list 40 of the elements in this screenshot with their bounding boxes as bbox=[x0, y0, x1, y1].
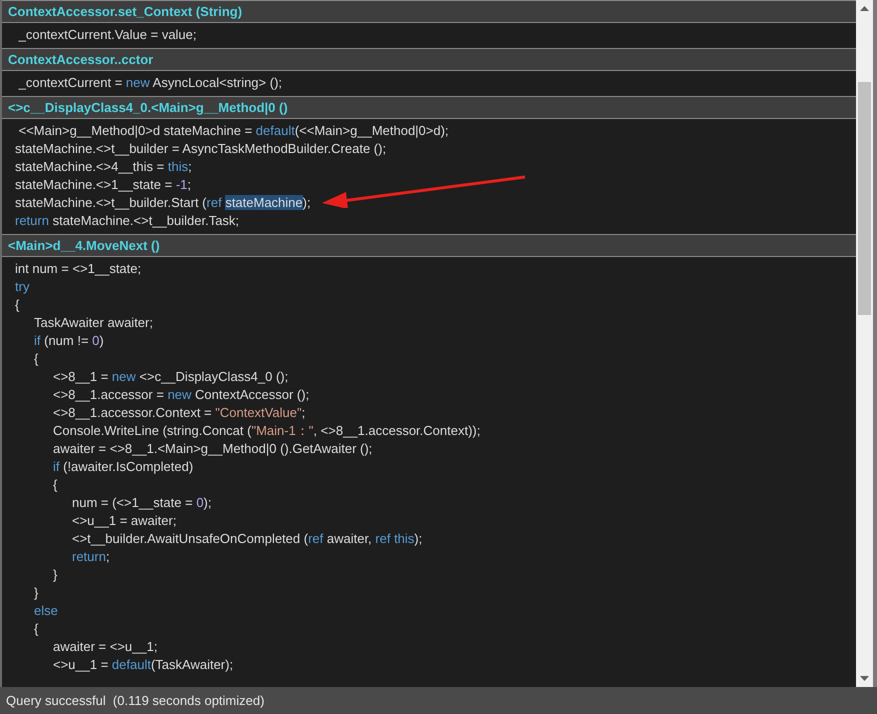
scrollbar[interactable] bbox=[856, 0, 873, 687]
code-line: <<Main>g__Method|0>d stateMachine = default(<<Main>g__Method|0>d); bbox=[18, 122, 449, 140]
code-line: stateMachine.<>t__builder.Start (ref stateMachine); bbox=[15, 194, 311, 212]
code-line: return; bbox=[72, 548, 110, 566]
code-line: num = (<>1__state = 0); bbox=[72, 494, 212, 512]
code-line: int num = <>1__state; bbox=[15, 260, 142, 278]
code-line: <>8__1.accessor = new ContextAccessor (); bbox=[53, 386, 310, 404]
code-line: { bbox=[15, 296, 20, 314]
code-line: if (num != 0) bbox=[34, 332, 104, 350]
code-line: <>t__builder.AwaitUnsafeOnCompleted (ref awaiter, ref this); bbox=[72, 530, 422, 548]
code-line: <>8__1.accessor.Context = "ContextValue"; bbox=[53, 404, 306, 422]
scroll-down-icon[interactable] bbox=[860, 676, 869, 681]
code-line: } bbox=[53, 566, 58, 584]
code-line: _contextCurrent = new AsyncLocal<string> (); bbox=[18, 74, 282, 92]
scroll-up-icon[interactable] bbox=[860, 6, 869, 11]
method-header[interactable]: ContextAccessor..cctor bbox=[2, 48, 856, 71]
code-line: awaiter = <>8__1.<Main>g__Method|0 ().GetAwaiter (); bbox=[53, 440, 372, 458]
code-line: stateMachine.<>4__this = this; bbox=[15, 158, 192, 176]
code-line: { bbox=[34, 620, 38, 638]
code-line: stateMachine.<>t__builder = AsyncTaskMethodBuilder.Create (); bbox=[15, 140, 386, 158]
code-line: TaskAwaiter awaiter; bbox=[34, 314, 153, 332]
code-line: <>u__1 = awaiter; bbox=[72, 512, 176, 530]
scrollbar-thumb[interactable] bbox=[858, 82, 871, 315]
code-line: awaiter = <>u__1; bbox=[53, 638, 158, 656]
code-line: <>u__1 = default(TaskAwaiter); bbox=[53, 656, 234, 674]
code-line: if (!awaiter.IsCompleted) bbox=[53, 458, 194, 476]
code-line: Console.WriteLine (string.Concat ("Main-1：", <>8__1.accessor.Context)); bbox=[53, 422, 480, 440]
method-header[interactable]: <Main>d__4.MoveNext () bbox=[2, 234, 856, 257]
code-line: try bbox=[15, 278, 30, 296]
method-header[interactable]: <>c__DisplayClass4_0.<Main>g__Method|0 () bbox=[2, 96, 856, 119]
status-text: Query successful (0.119 seconds optimized) bbox=[0, 687, 877, 714]
code-line: { bbox=[34, 350, 38, 368]
code-line: } bbox=[34, 584, 38, 602]
code-line: return stateMachine.<>t__builder.Task; bbox=[15, 212, 240, 230]
method-header[interactable]: ContextAccessor.set_Context (String) bbox=[2, 0, 856, 23]
code-line: stateMachine.<>1__state = -1; bbox=[15, 176, 191, 194]
code-line: <>8__1 = new <>c__DisplayClass4_0 (); bbox=[53, 368, 288, 386]
code-line: { bbox=[53, 476, 58, 494]
code-line: else bbox=[34, 602, 58, 620]
code-line: _contextCurrent.Value = value; bbox=[18, 26, 197, 44]
